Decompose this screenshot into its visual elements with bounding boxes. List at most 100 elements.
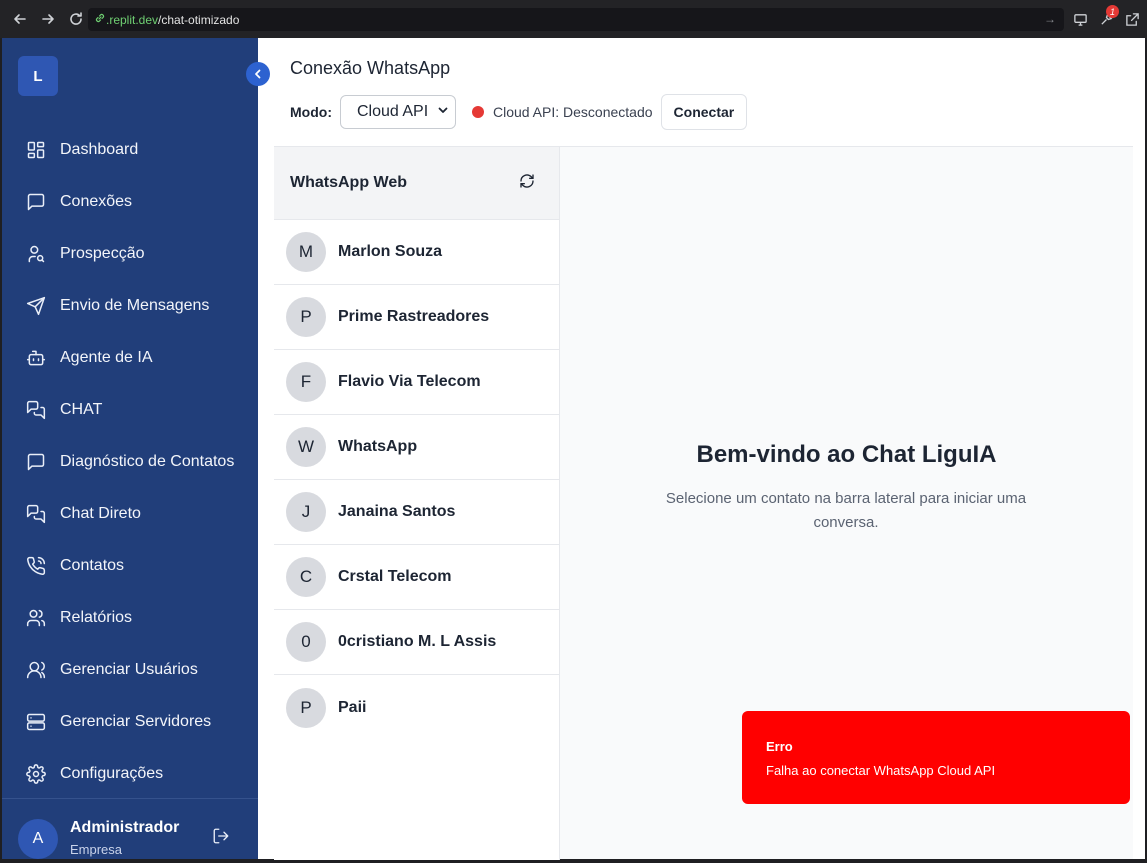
- contact-avatar: P: [286, 297, 326, 337]
- contact-name: Prime Rastreadores: [338, 308, 490, 325]
- contact-avatar: M: [286, 232, 326, 272]
- message-square-icon: [26, 192, 46, 212]
- connect-button[interactable]: Conectar: [660, 94, 748, 130]
- contact-name: Flavio Via Telecom: [338, 373, 481, 390]
- contacts-header: WhatsApp Web: [274, 147, 559, 220]
- contact-avatar: 0: [286, 622, 326, 662]
- sidebar-item-label: Chat Direto: [60, 505, 141, 522]
- url-path: /chat-otimizado: [158, 12, 240, 27]
- app-logo: L: [18, 56, 58, 96]
- reload-icon[interactable]: [64, 7, 88, 31]
- dashboard-icon: [26, 140, 46, 160]
- contact-item[interactable]: 0 0cristiano M. L Assis: [274, 610, 559, 675]
- messages-icon: [26, 504, 46, 524]
- message-square-icon: [26, 452, 46, 472]
- messages-icon: [26, 400, 46, 420]
- sidebar-item-label: Configurações: [60, 765, 164, 782]
- monitor-icon[interactable]: [1071, 8, 1089, 30]
- back-icon[interactable]: [8, 7, 32, 31]
- logout-icon: [212, 828, 230, 849]
- mode-label: Modo:: [290, 104, 332, 120]
- bot-icon: [26, 348, 46, 368]
- gear-icon: [26, 764, 46, 784]
- user-search-icon: [26, 244, 46, 264]
- user-role: Empresa: [70, 842, 123, 857]
- sidebar-item-configuracoes[interactable]: Configurações: [2, 748, 258, 800]
- contact-name: 0cristiano M. L Assis: [338, 633, 497, 650]
- refresh-button[interactable]: [519, 173, 535, 194]
- send-icon: [26, 296, 46, 316]
- contact-name: Marlon Souza: [338, 243, 443, 260]
- extension-icon[interactable]: 1: [1097, 5, 1119, 30]
- sidebar-item-label: Gerenciar Servidores: [60, 713, 212, 730]
- sidebar-item-diagnostico-contatos[interactable]: Diagnóstico de Contatos: [2, 436, 258, 488]
- sidebar-item-contatos[interactable]: Contatos: [2, 540, 258, 592]
- sidebar-item-relatorios[interactable]: Relatórios: [2, 592, 258, 644]
- contact-name: WhatsApp: [338, 438, 418, 455]
- browser-nav: [0, 7, 88, 31]
- sidebar-item-label: Conexões: [60, 193, 133, 210]
- user-name: Administrador: [70, 819, 180, 836]
- open-external-icon[interactable]: [1123, 8, 1141, 30]
- server-icon: [26, 712, 46, 732]
- contact-avatar: J: [286, 492, 326, 532]
- refresh-icon: [519, 173, 535, 193]
- contact-avatar: F: [286, 362, 326, 402]
- contact-item[interactable]: P Prime Rastreadores: [274, 285, 559, 350]
- sidebar: L Dashboard Conexões Prospecção Envio de…: [2, 38, 270, 859]
- mode-select[interactable]: Cloud API: [339, 95, 456, 129]
- sidebar-menu: Dashboard Conexões Prospecção Envio de M…: [2, 124, 258, 800]
- notification-badge: 1: [1106, 5, 1119, 18]
- contact-name: Paii: [338, 698, 367, 716]
- mode-value: Cloud API: [356, 103, 429, 120]
- contact-avatar: W: [286, 427, 326, 467]
- logout-button[interactable]: [212, 827, 232, 847]
- address-bar[interactable]: .replit.dev/chat-otimizado →: [88, 8, 1064, 31]
- contacts-panel: WhatsApp Web M Marlon Souza P Prime Rast…: [274, 147, 560, 860]
- url-host: .replit.dev: [106, 12, 159, 27]
- phone-icon: [26, 556, 46, 576]
- page-title: Conexão WhatsApp: [290, 58, 451, 78]
- sidebar-item-label: Contatos: [60, 557, 125, 574]
- contact-item[interactable]: W WhatsApp: [274, 415, 559, 480]
- sidebar-item-label: CHAT: [60, 401, 103, 418]
- user-icon: [26, 660, 46, 680]
- sidebar-item-chat[interactable]: CHAT: [2, 384, 258, 436]
- browser-toolbar: .replit.dev/chat-otimizado → 1: [0, 0, 1147, 38]
- contact-item[interactable]: C Crstal Telecom: [274, 545, 559, 610]
- sidebar-item-label: Prospecção: [60, 245, 145, 262]
- avatar: A: [18, 819, 58, 859]
- toast-title: Erro: [766, 739, 793, 754]
- sidebar-item-envio-mensagens[interactable]: Envio de Mensagens: [2, 280, 258, 332]
- contact-item[interactable]: M Marlon Souza: [274, 220, 559, 285]
- contact-avatar: C: [286, 557, 326, 597]
- sidebar-item-label: Dashboard: [60, 141, 139, 158]
- sidebar-item-label: Envio de Mensagens: [60, 297, 210, 314]
- chevron-down-icon: [437, 103, 449, 121]
- sidebar-item-prospeccao[interactable]: Prospecção: [2, 228, 258, 280]
- sidebar-item-gerenciar-usuarios[interactable]: Gerenciar Usuários: [2, 644, 258, 696]
- contact-name: Janaina Santos: [338, 503, 456, 520]
- connection-status: Cloud API: Desconectado: [492, 104, 653, 120]
- sidebar-item-label: Relatórios: [60, 609, 133, 626]
- sidebar-item-conexoes[interactable]: Conexões: [2, 176, 258, 228]
- sidebar-item-gerenciar-servidores[interactable]: Gerenciar Servidores: [2, 696, 258, 748]
- sidebar-item-label: Diagnóstico de Contatos: [60, 453, 235, 470]
- sidebar-item-label: Gerenciar Usuários: [60, 661, 198, 678]
- go-arrow-icon[interactable]: →: [1044, 12, 1056, 26]
- collapse-sidebar-button[interactable]: [246, 62, 270, 86]
- contact-item[interactable]: P Paii: [274, 675, 559, 740]
- status-dot-icon: [471, 106, 484, 118]
- connection-controls: Modo: Cloud API Cloud API: Desconectado …: [290, 94, 748, 130]
- forward-icon[interactable]: [36, 7, 60, 31]
- sidebar-item-agente-ia[interactable]: Agente de IA: [2, 332, 258, 384]
- sidebar-item-chat-direto[interactable]: Chat Direto: [2, 488, 258, 540]
- user-profile: A Administrador Empresa: [2, 798, 258, 859]
- sidebar-item-dashboard[interactable]: Dashboard: [2, 124, 258, 176]
- welcome-title: Bem-vindo ao Chat LiguIA: [696, 441, 997, 468]
- welcome-subtitle: Selecione um contato na barra lateral pa…: [665, 490, 1027, 531]
- toast-message: Falha ao conectar WhatsApp Cloud API: [766, 763, 996, 778]
- error-toast[interactable]: Erro Falha ao conectar WhatsApp Cloud AP…: [742, 711, 1130, 804]
- contact-item[interactable]: F Flavio Via Telecom: [274, 350, 559, 415]
- contact-item[interactable]: J Janaina Santos: [274, 480, 559, 545]
